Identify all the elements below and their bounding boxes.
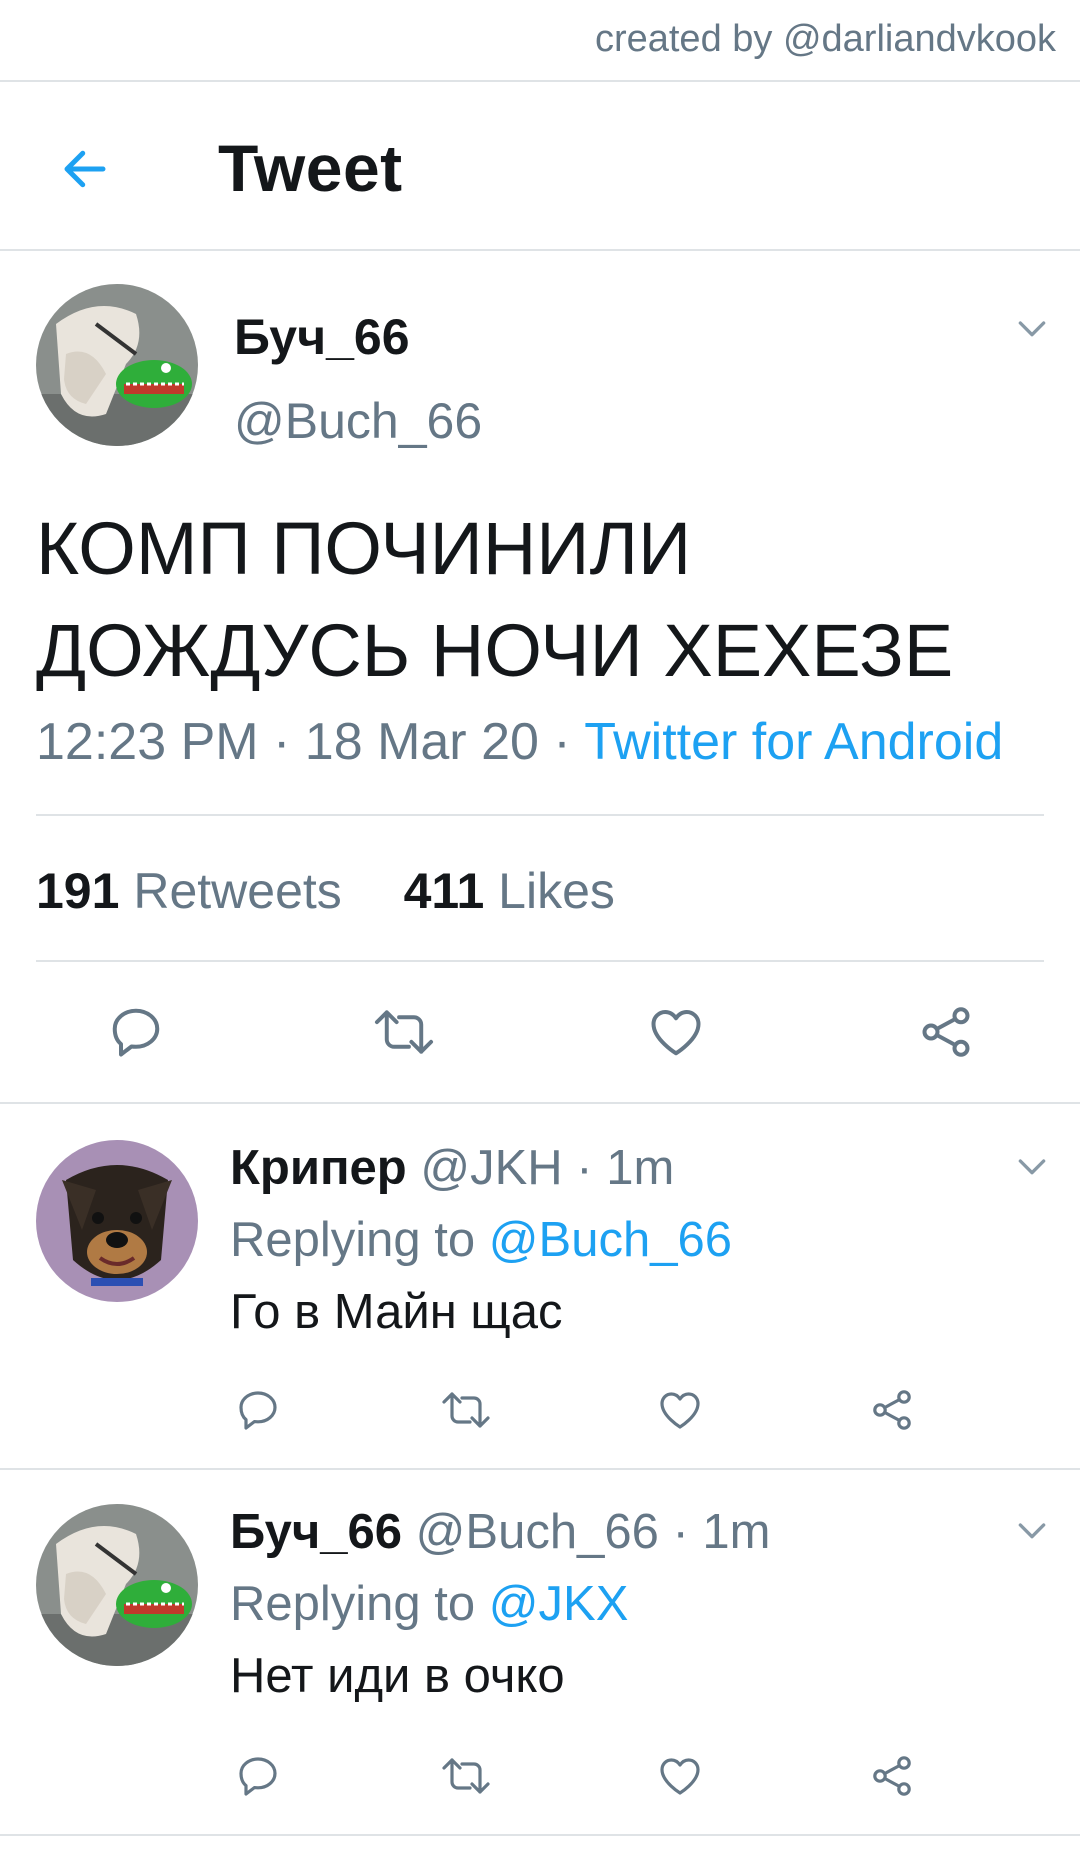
reply-handle-time: @JKH · 1m bbox=[420, 1141, 675, 1195]
reply-menu-button[interactable] bbox=[1012, 1510, 1052, 1550]
reply-icon bbox=[239, 1391, 277, 1430]
share-button[interactable] bbox=[916, 1002, 976, 1067]
tweet-timestamp: 12:23 PM · 18 Mar 20 · bbox=[36, 713, 585, 771]
tweet-text: КОМП ПОЧИНИЛИ ДОЖДУСЬ НОЧИ ХЕХЕЗЕ bbox=[36, 498, 1046, 702]
reply-text: Нет иди в очко bbox=[230, 1649, 565, 1703]
dog-crocodile-avatar-image bbox=[36, 284, 198, 446]
divider bbox=[0, 1468, 1080, 1470]
author-handle[interactable]: @Buch_66 bbox=[234, 392, 482, 450]
likes-count: 411 bbox=[403, 863, 485, 919]
reply-header: Крипер @JKH · 1m bbox=[230, 1140, 674, 1196]
dog-avatar-image bbox=[36, 1140, 198, 1302]
replying-to-link[interactable]: @Buch_66 bbox=[489, 1213, 732, 1267]
likes-label: Likes bbox=[498, 863, 615, 919]
tweet-meta: 12:23 PM · 18 Mar 20 · Twitter for Andro… bbox=[36, 712, 1003, 772]
heart-icon bbox=[651, 1010, 701, 1056]
divider bbox=[0, 1834, 1080, 1836]
retweet-icon bbox=[442, 1392, 490, 1428]
share-icon bbox=[873, 1756, 911, 1796]
likes-stat[interactable]: 411 Likes bbox=[404, 863, 615, 919]
share-button[interactable] bbox=[868, 1386, 916, 1439]
tweet-text-line: ДОЖДУСЬ НОЧИ ХЕХЕЗЕ bbox=[36, 609, 954, 692]
divider bbox=[36, 960, 1044, 962]
reply-text: Го в Майн щас bbox=[230, 1285, 563, 1339]
retweets-label: Retweets bbox=[133, 863, 342, 919]
retweets-count: 191 bbox=[36, 863, 120, 919]
retweet-icon bbox=[374, 1010, 434, 1054]
divider bbox=[0, 1102, 1080, 1104]
share-icon bbox=[873, 1390, 911, 1430]
back-button[interactable] bbox=[58, 142, 112, 196]
credit-text: created by @darliandvkook bbox=[594, 18, 1056, 60]
reply-icon bbox=[112, 1008, 160, 1057]
replying-to-label: Replying to bbox=[230, 1577, 489, 1631]
share-icon bbox=[922, 1007, 970, 1057]
avatar[interactable] bbox=[36, 1140, 198, 1302]
reply-menu-button[interactable] bbox=[1012, 1146, 1052, 1186]
reply-button[interactable] bbox=[234, 1386, 282, 1439]
author-name[interactable]: Буч_66 bbox=[234, 308, 410, 366]
reply-button[interactable] bbox=[234, 1752, 282, 1805]
retweet-button[interactable] bbox=[440, 1752, 492, 1805]
dog-crocodile-avatar-image bbox=[36, 1504, 198, 1666]
replying-to-label: Replying to bbox=[230, 1213, 489, 1267]
avatar[interactable] bbox=[36, 1504, 198, 1666]
like-button[interactable] bbox=[646, 1002, 706, 1067]
avatar[interactable] bbox=[36, 284, 198, 446]
tweet-menu-button[interactable] bbox=[1012, 308, 1052, 348]
retweet-button[interactable] bbox=[440, 1386, 492, 1439]
retweets-stat[interactable]: 191 Retweets bbox=[36, 863, 342, 919]
divider bbox=[0, 249, 1080, 251]
replying-to-link[interactable]: @JKX bbox=[489, 1577, 629, 1631]
reply-icon bbox=[239, 1757, 277, 1796]
tweet-text-line: КОМП ПОЧИНИЛИ bbox=[36, 507, 692, 590]
chevron-down-icon bbox=[1018, 321, 1046, 337]
reply-author-name[interactable]: Крипер bbox=[230, 1141, 407, 1195]
page-title: Tweet bbox=[218, 131, 403, 205]
heart-icon bbox=[660, 1758, 700, 1795]
reply-handle-time: @Buch_66 · 1m bbox=[415, 1505, 771, 1559]
divider bbox=[0, 80, 1080, 82]
retweet-button[interactable] bbox=[372, 1002, 436, 1067]
arrow-left-icon bbox=[64, 150, 106, 188]
heart-icon bbox=[660, 1392, 700, 1429]
chevron-down-icon bbox=[1018, 1523, 1046, 1539]
like-button[interactable] bbox=[656, 1752, 704, 1805]
replying-to: Replying to @Buch_66 bbox=[230, 1212, 732, 1268]
reply-author-name[interactable]: Буч_66 bbox=[230, 1505, 402, 1559]
chevron-down-icon bbox=[1018, 1159, 1046, 1175]
reply-header: Буч_66 @Buch_66 · 1m bbox=[230, 1504, 770, 1560]
divider bbox=[36, 814, 1044, 816]
tweet-source-link[interactable]: Twitter for Android bbox=[584, 713, 1003, 771]
tweet-stats: 191 Retweets 411 Likes bbox=[36, 862, 615, 920]
replying-to: Replying to @JKX bbox=[230, 1576, 628, 1632]
retweet-icon bbox=[442, 1758, 490, 1794]
reply-button[interactable] bbox=[106, 1002, 166, 1067]
like-button[interactable] bbox=[656, 1386, 704, 1439]
share-button[interactable] bbox=[868, 1752, 916, 1805]
